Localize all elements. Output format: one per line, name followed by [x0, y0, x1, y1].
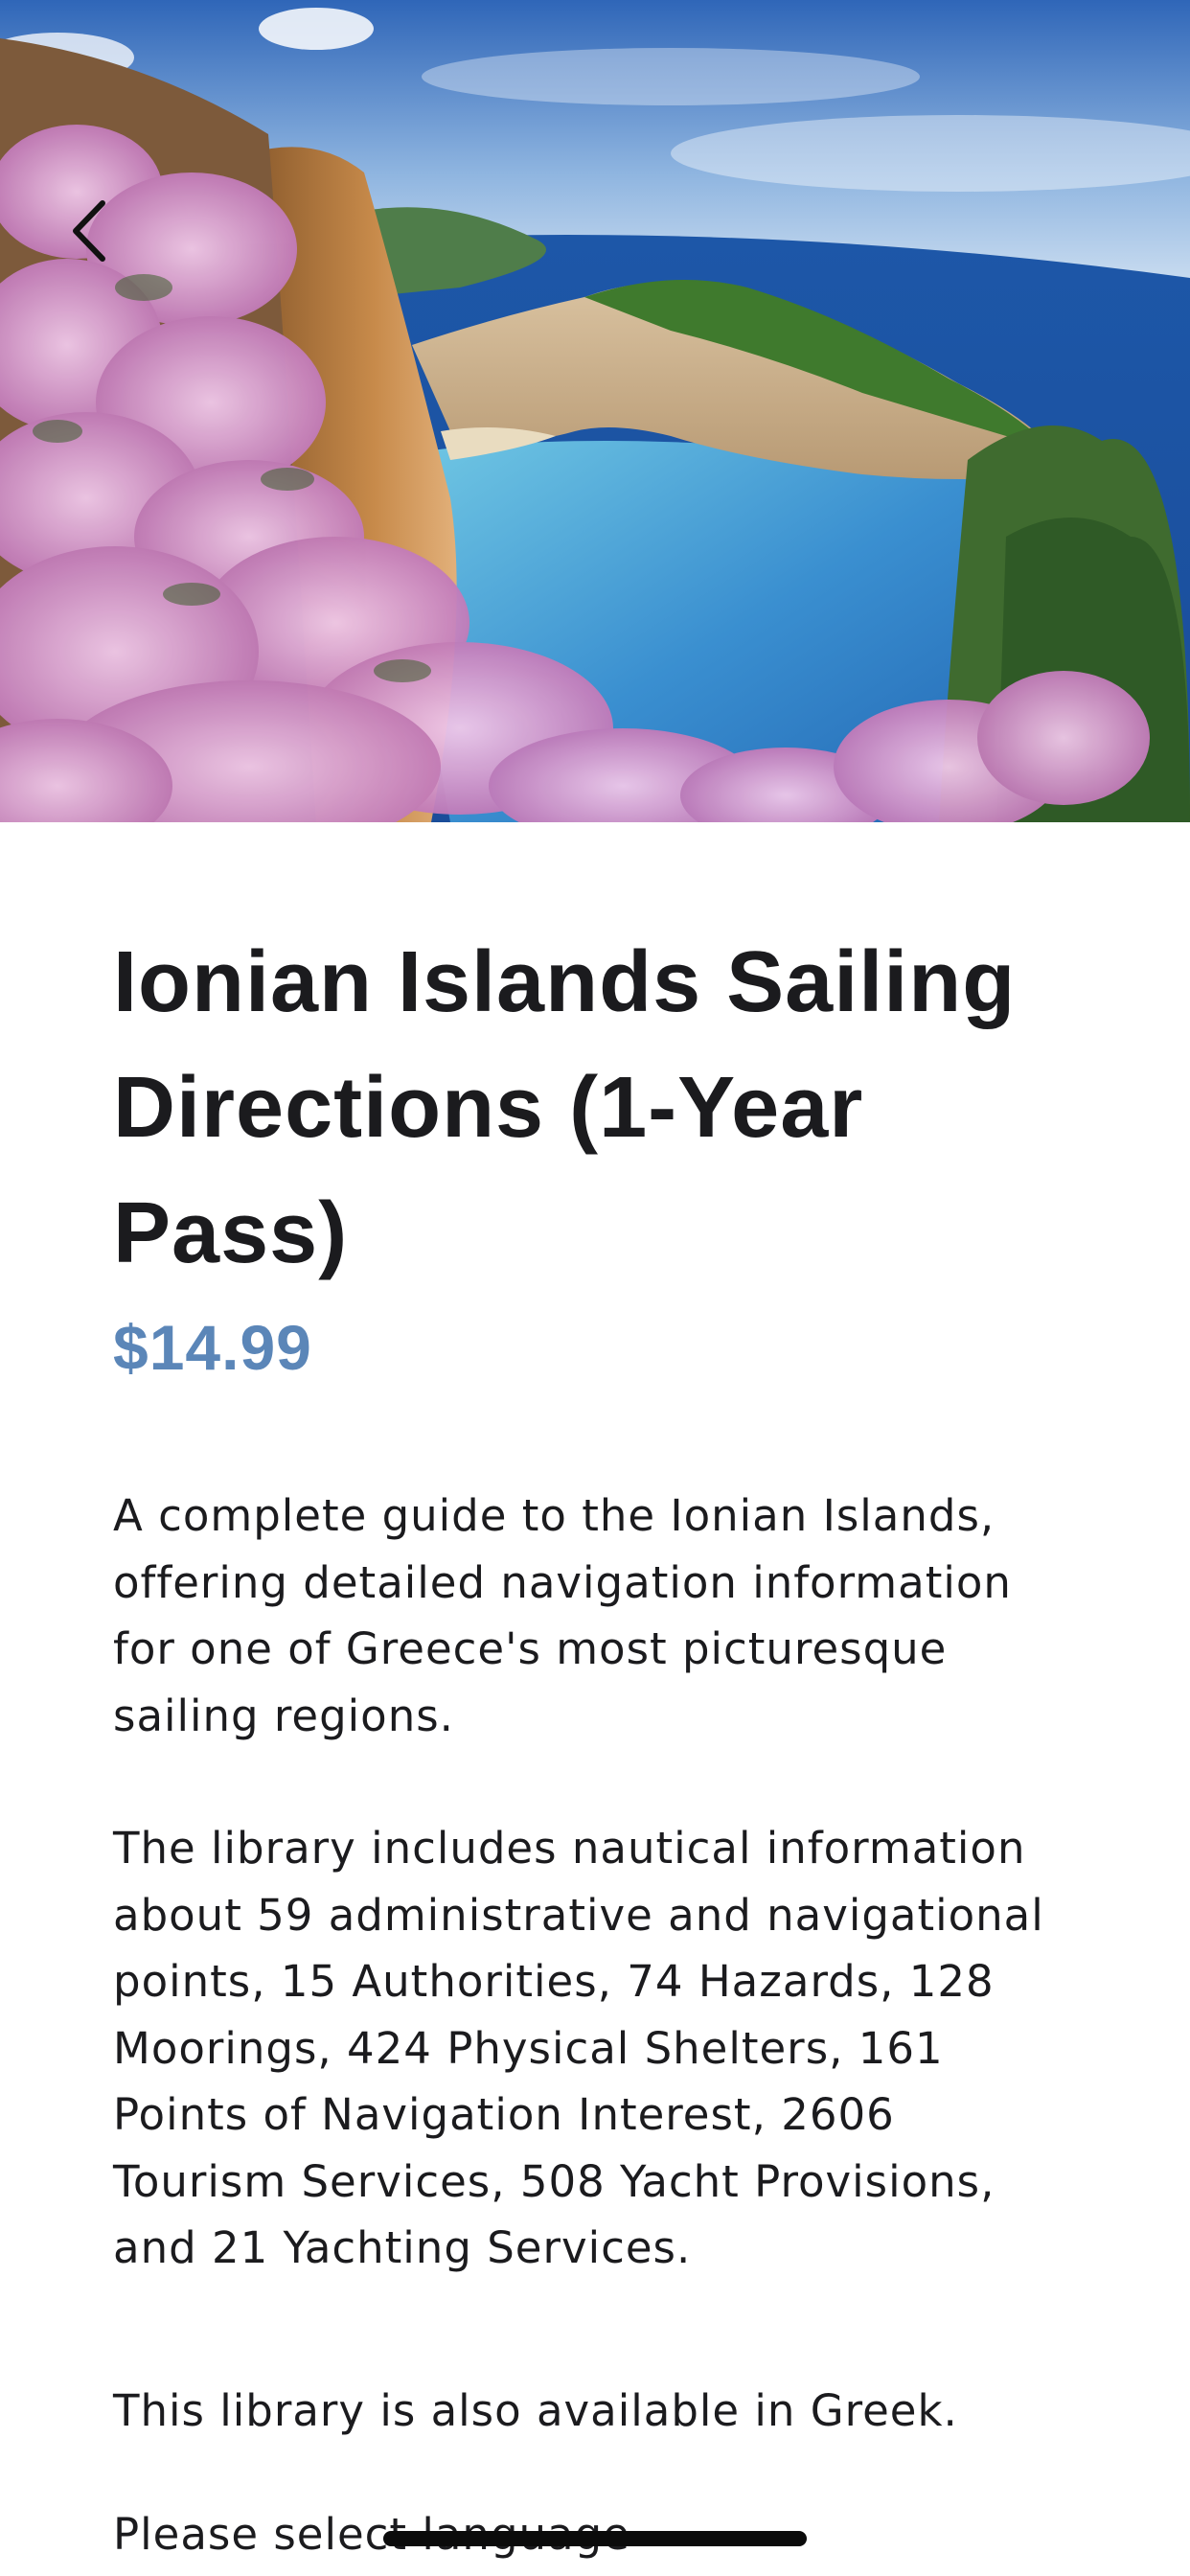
home-indicator[interactable] [383, 2531, 807, 2546]
product-details: Ionian Islands Sailing Directions (1-Yea… [113, 920, 1081, 2568]
chevron-left-icon [73, 200, 105, 262]
description-paragraph: The library includes nautical informatio… [113, 1823, 1044, 2273]
description-paragraph: A complete guide to the Ionian Islands, … [113, 1490, 1012, 1741]
description-paragraph: This library is also available in Greek. [113, 2384, 958, 2436]
hero-image [0, 0, 1190, 822]
product-title: Ionian Islands Sailing Directions (1-Yea… [113, 934, 1017, 1281]
back-button[interactable] [56, 188, 123, 274]
coastal-landscape-image [0, 0, 1190, 822]
product-price: $14.99 [113, 1312, 312, 1383]
